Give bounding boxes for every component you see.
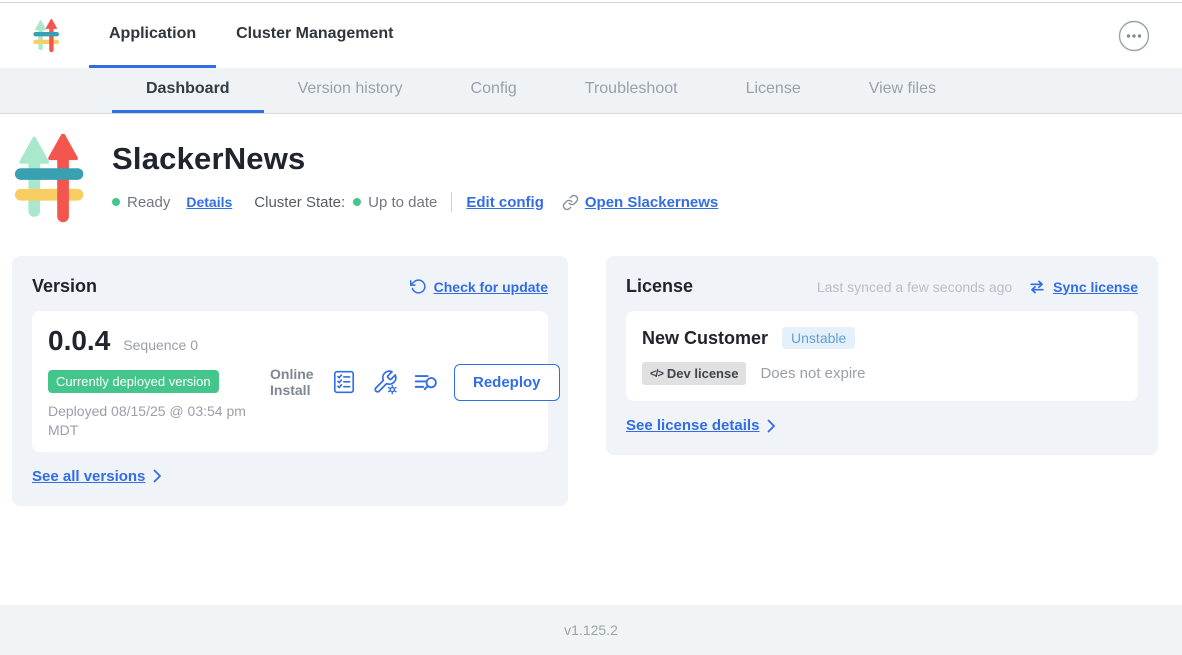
version-number: 0.0.4 [48, 325, 110, 357]
app-subnav: Dashboard Version history Config Trouble… [0, 68, 1182, 114]
edit-config-link[interactable]: Edit config [466, 194, 544, 211]
license-card-title: License [626, 276, 693, 297]
more-menu-button[interactable] [1118, 20, 1150, 52]
app-icon [14, 134, 86, 224]
subnav-item-troubleshoot[interactable]: Troubleshoot [551, 68, 712, 113]
header-spacer [413, 3, 1118, 68]
open-app-link[interactable]: Open Slackernews [585, 194, 718, 211]
subnav-item-dashboard[interactable]: Dashboard [112, 68, 264, 113]
last-synced-text: Last synced a few seconds ago [817, 279, 1012, 295]
page-title: SlackerNews [112, 141, 718, 177]
link-icon [562, 194, 579, 211]
app-status-text: Ready [127, 194, 170, 211]
tab-cluster-management-label: Cluster Management [236, 25, 393, 43]
install-type-label: Online Install [270, 366, 316, 398]
details-link[interactable]: Details [186, 194, 232, 210]
status-divider [451, 192, 452, 212]
license-expiration: Does not expire [760, 365, 865, 382]
code-icon: </> [650, 368, 663, 380]
console-version: v1.125.2 [564, 622, 618, 638]
version-card: Version Check for update 0.0.4 Sequence … [12, 256, 568, 506]
chevron-right-icon [767, 419, 776, 433]
preflight-checks-icon[interactable] [331, 369, 357, 395]
tab-cluster-management[interactable]: Cluster Management [216, 3, 413, 68]
config-wrench-icon[interactable] [372, 369, 398, 395]
license-type-badge: </> Dev license [642, 362, 746, 385]
tab-application[interactable]: Application [89, 3, 216, 68]
version-sequence: Sequence 0 [123, 337, 198, 353]
subnav-item-version-history[interactable]: Version history [264, 68, 437, 113]
sync-license-link[interactable]: Sync license [1028, 279, 1138, 295]
deployed-badge: Currently deployed version [48, 370, 219, 393]
redeploy-button[interactable]: Redeploy [454, 364, 560, 401]
subnav-item-config[interactable]: Config [437, 68, 551, 113]
deploy-logs-icon[interactable] [413, 369, 439, 395]
ready-status-dot [112, 198, 120, 206]
primary-nav: Application Cluster Management [89, 3, 413, 68]
app-header: Application Cluster Management [0, 3, 1182, 68]
cluster-state-label: Cluster State: [254, 194, 345, 211]
license-card: License Last synced a few seconds ago Sy… [606, 256, 1158, 455]
app-footer: v1.125.2 [0, 605, 1182, 655]
slackernews-logo-icon [33, 19, 61, 53]
subnav-item-view-files[interactable]: View files [835, 68, 970, 113]
see-all-versions-link[interactable]: See all versions [32, 468, 162, 485]
app-hero: SlackerNews Ready Details Cluster State:… [0, 114, 1182, 224]
tab-application-label: Application [109, 25, 196, 43]
dashboard-content: SlackerNews Ready Details Cluster State:… [0, 114, 1182, 605]
deployed-timestamp: Deployed 08/15/25 @ 03:54 pm MDT [48, 402, 270, 440]
check-for-update-link[interactable]: Check for update [410, 278, 548, 295]
version-card-title: Version [32, 276, 97, 297]
refresh-icon [410, 278, 427, 295]
sync-icon [1028, 279, 1046, 295]
ellipsis-icon [1118, 20, 1150, 52]
cluster-state-value: Up to date [368, 194, 437, 211]
license-panel: New Customer Unstable </> Dev license Do… [626, 311, 1138, 401]
see-license-details-link[interactable]: See license details [626, 417, 776, 434]
channel-badge: Unstable [782, 327, 855, 349]
chevron-right-icon [153, 469, 162, 483]
cluster-status-dot [353, 198, 361, 206]
subnav-item-license[interactable]: License [712, 68, 835, 113]
dashboard-cards: Version Check for update 0.0.4 Sequence … [12, 256, 1158, 506]
customer-name: New Customer [642, 328, 768, 349]
current-version-panel: 0.0.4 Sequence 0 Currently deployed vers… [32, 311, 548, 452]
app-status-row: Ready Details Cluster State: Up to date … [112, 192, 718, 212]
